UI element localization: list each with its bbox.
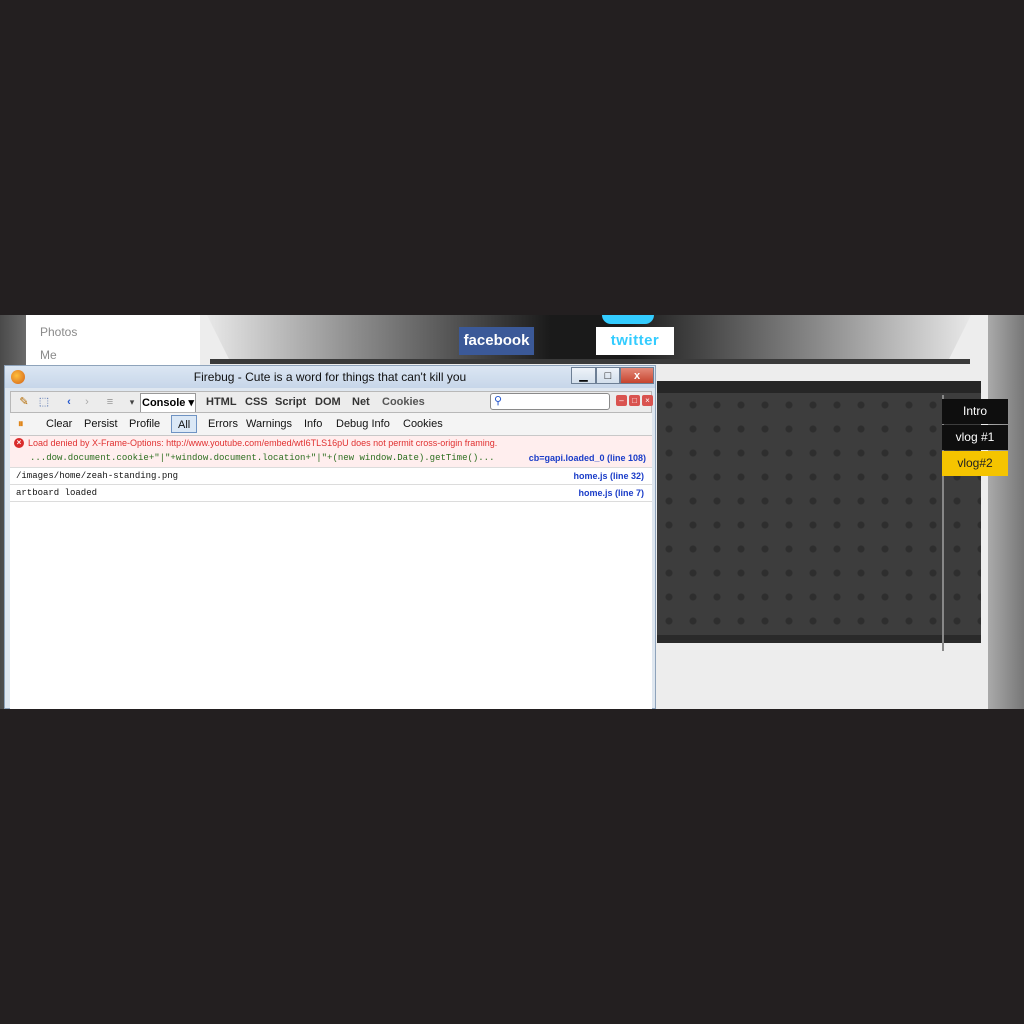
tab-script[interactable]: Script — [275, 394, 306, 410]
tab-console[interactable]: Console ▾ — [140, 393, 196, 412]
minimize-button[interactable]: ▁ — [571, 367, 596, 384]
screenshot-region: Photos Me facebook twitter Intro vlog #1… — [0, 315, 1024, 709]
video-stage-bottom — [657, 635, 981, 643]
chevron-down-icon[interactable]: ▾ — [127, 394, 137, 410]
tab-html[interactable]: HTML — [206, 394, 237, 410]
banner-ledge — [210, 359, 970, 364]
console-output: × Load denied by X-Frame-Options: http:/… — [10, 436, 652, 709]
console-filter-bar: ⏸ Clear Persist Profile All Errors Warni… — [10, 413, 652, 436]
window-title: Firebug - Cute is a word for things that… — [193, 370, 467, 384]
filter-debug-info[interactable]: Debug Info — [336, 413, 390, 435]
filter-info[interactable]: Info — [304, 413, 322, 435]
console-error-row[interactable]: × Load denied by X-Frame-Options: http:/… — [10, 436, 652, 468]
firebug-window: Firebug - Cute is a word for things that… — [4, 365, 656, 709]
right-page-edge — [988, 315, 1024, 709]
search-input[interactable]: ⚲ — [490, 393, 610, 410]
detach-panel-icon[interactable]: □ — [629, 395, 640, 406]
console-log-row[interactable]: artboard loaded home.js (line 7) — [10, 485, 652, 502]
back-arrow-icon[interactable]: ‹ — [63, 394, 75, 410]
close-panel-icon[interactable]: × — [642, 395, 653, 406]
clear-button[interactable]: Clear — [46, 413, 72, 435]
profile-button[interactable]: Profile — [129, 413, 160, 435]
twitter-button[interactable]: twitter — [596, 327, 674, 355]
tab-css[interactable]: CSS — [245, 394, 268, 410]
video-stage — [657, 381, 981, 635]
tab-net[interactable]: Net — [352, 394, 370, 410]
search-icon: ⚲ — [494, 395, 503, 407]
error-source-link[interactable]: cb=gapi.loaded_0 (line 108) — [529, 453, 646, 463]
break-on-errors-icon[interactable]: ⏸ — [18, 413, 30, 435]
nav-link-photos[interactable]: Photos — [40, 325, 77, 339]
error-message: Load denied by X-Frame-Options: http://w… — [28, 438, 498, 448]
error-code: ...dow.document.cookie+"|"+window.docume… — [30, 453, 495, 463]
error-icon: × — [14, 438, 24, 448]
filter-all[interactable]: All — [171, 415, 198, 433]
facebook-button[interactable]: facebook — [459, 327, 534, 355]
forward-arrow-icon[interactable]: › — [81, 394, 93, 410]
tab-dom[interactable]: DOM — [315, 394, 341, 410]
close-button[interactable]: x — [620, 367, 654, 384]
filter-warnings[interactable]: Warnings — [246, 413, 292, 435]
video-tab-intro[interactable]: Intro — [942, 399, 1008, 424]
log-source-link[interactable]: home.js (line 7) — [578, 488, 644, 498]
filter-errors[interactable]: Errors — [208, 413, 238, 435]
firebug-titlebar[interactable]: Firebug - Cute is a word for things that… — [5, 366, 655, 388]
tab-cookies[interactable]: Cookies — [382, 394, 425, 410]
filter-cookies[interactable]: Cookies — [403, 413, 443, 435]
persist-button[interactable]: Persist — [84, 413, 118, 435]
firebug-toolbar: ✎ ⬚ ‹ › ≡ ▾ Console ▾ HTML CSS Script DO… — [10, 391, 653, 413]
menu-list-icon[interactable]: ≡ — [103, 394, 117, 410]
console-log-row[interactable]: /images/home/zeah-standing.png home.js (… — [10, 468, 652, 485]
video-tab-vlog-2[interactable]: vlog#2 — [942, 451, 1008, 476]
header-banner — [207, 315, 971, 361]
inspect-icon[interactable]: ✎ — [17, 394, 31, 410]
minimize-panel-icon[interactable]: – — [616, 395, 627, 406]
maximize-button[interactable]: □ — [596, 367, 620, 384]
nav-link-me[interactable]: Me — [40, 348, 57, 362]
log-source-link[interactable]: home.js (line 32) — [573, 471, 644, 481]
select-element-icon[interactable]: ⬚ — [37, 394, 51, 410]
twitter-bird-icon — [602, 315, 654, 324]
log-message: artboard loaded — [16, 488, 98, 498]
video-tab-vlog-1[interactable]: vlog #1 — [942, 425, 1008, 450]
log-message: /images/home/zeah-standing.png — [16, 471, 179, 481]
